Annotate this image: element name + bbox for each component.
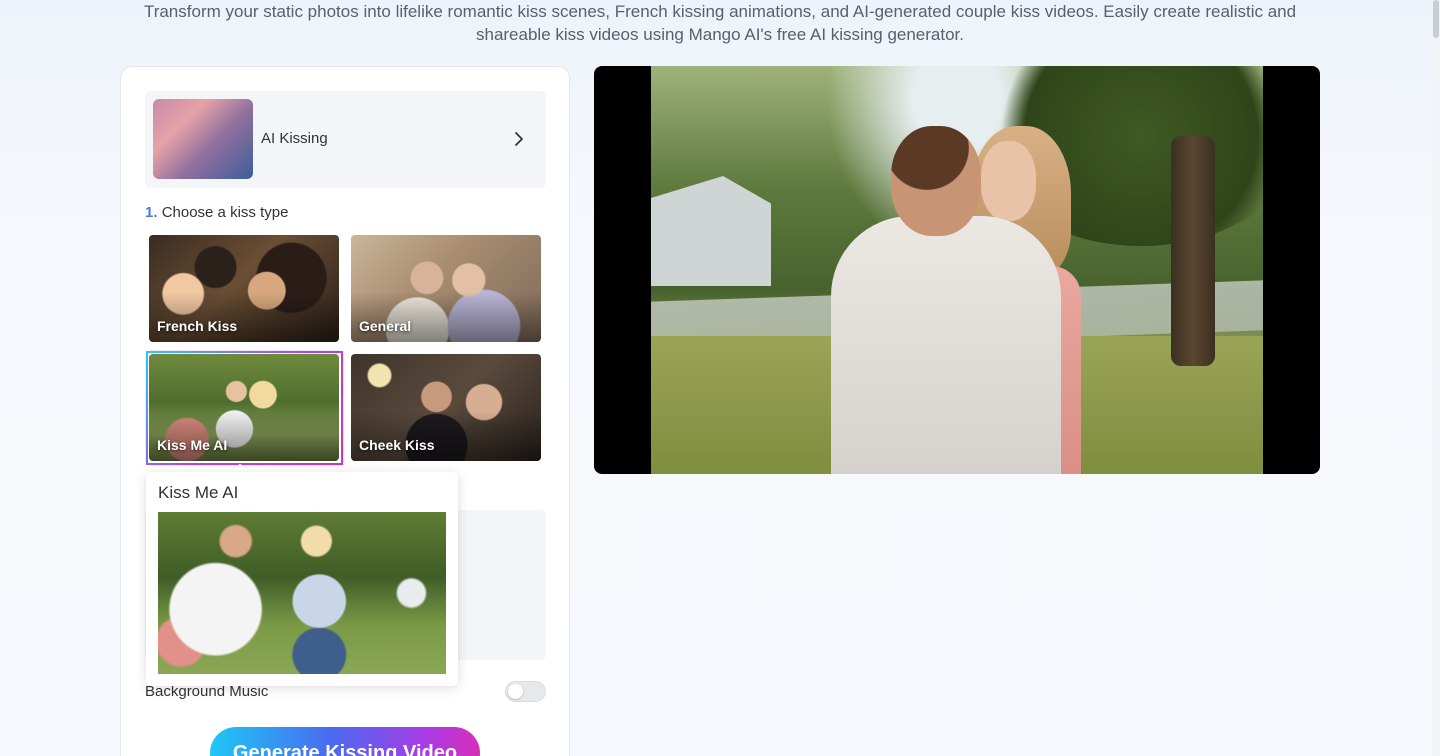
preview-frame — [651, 66, 1263, 474]
scrollbar-thumb[interactable] — [1433, 0, 1439, 38]
kiss-type-french-kiss[interactable]: French Kiss — [149, 235, 339, 342]
chevron-right-icon — [515, 132, 523, 146]
generate-kissing-video-button[interactable]: Generate Kissing Video — [210, 727, 480, 756]
kiss-type-general[interactable]: General — [351, 235, 541, 342]
toggle-knob — [508, 684, 523, 699]
man-head — [891, 126, 981, 236]
template-thumbnail — [153, 99, 253, 179]
kiss-type-preview-popover: Kiss Me AI — [146, 472, 458, 686]
popover-preview-image — [158, 512, 446, 674]
intro-line-1: Transform your static photos into lifeli… — [143, 2, 1297, 21]
woman-face — [981, 141, 1036, 221]
man-body — [831, 216, 1061, 474]
house — [651, 176, 771, 286]
intro-text: Transform your static photos into lifeli… — [120, 0, 1320, 46]
popover-title: Kiss Me AI — [158, 483, 239, 502]
step-1-number: 1. — [145, 204, 158, 221]
template-title: AI Kissing — [261, 130, 328, 147]
kiss-type-cheek-kiss[interactable]: Cheek Kiss — [351, 354, 541, 461]
step-1-label: 1. Choose a kiss type — [145, 204, 288, 221]
template-selector[interactable]: AI Kissing — [145, 91, 546, 188]
card-shade — [351, 411, 541, 461]
tree-trunk — [1171, 136, 1215, 366]
step-1-text: Choose a kiss type — [161, 204, 289, 221]
video-preview[interactable] — [594, 66, 1320, 474]
kiss-type-label: French Kiss — [157, 318, 238, 334]
kiss-type-label: Kiss Me AI — [157, 437, 228, 453]
kiss-type-label: General — [359, 318, 412, 334]
card-shade — [149, 411, 339, 461]
kiss-type-kiss-me-ai[interactable]: Kiss Me AI — [149, 354, 339, 461]
background-music-toggle[interactable] — [505, 681, 546, 702]
intro-line-2: shareable kiss videos using Mango AI's f… — [475, 25, 965, 44]
kiss-type-label: Cheek Kiss — [359, 437, 435, 453]
card-shade — [351, 292, 541, 342]
page: Transform your static photos into lifeli… — [0, 0, 1440, 756]
scrollbar[interactable] — [1432, 0, 1440, 756]
card-shade — [149, 292, 339, 342]
